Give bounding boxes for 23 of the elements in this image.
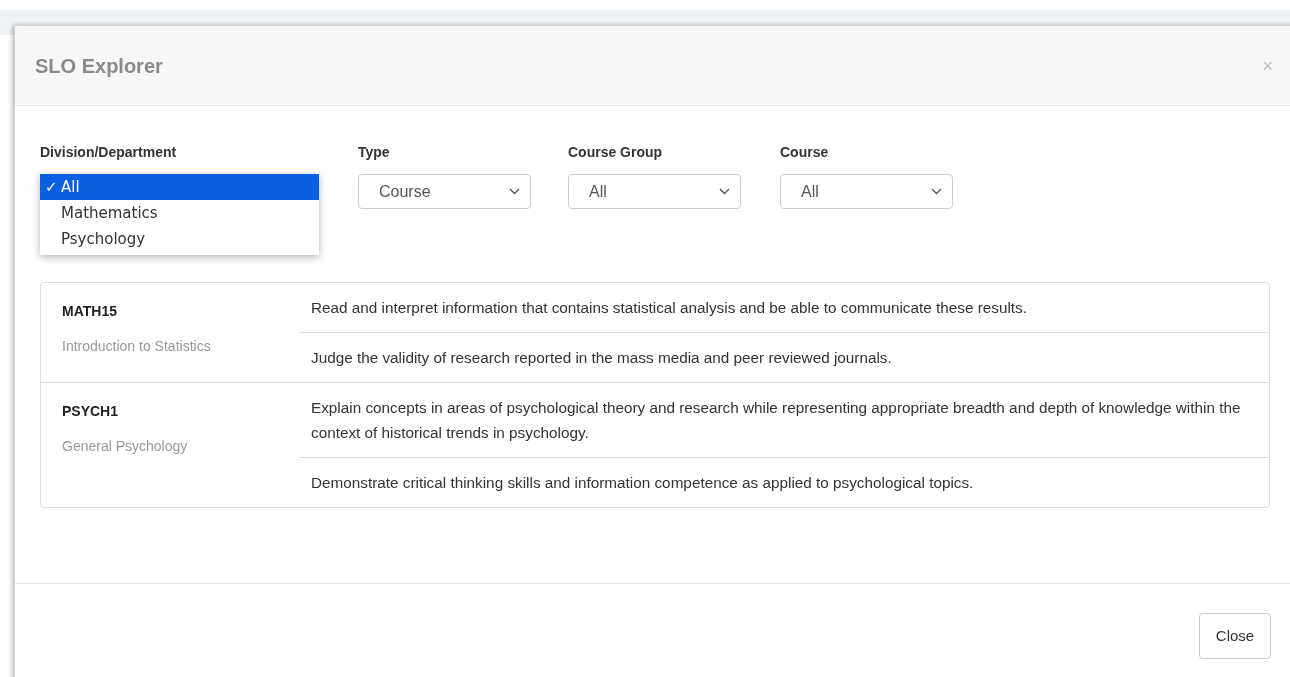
course-code: MATH15 (62, 302, 118, 321)
outcome-cell: Judge the validity of research reported in the mass media and peer reviewed journals. (299, 332, 1269, 382)
chevron-down-icon (509, 188, 520, 195)
dialog-title: SLO Explorer (35, 53, 163, 79)
course-title: Introduction to Statistics (62, 337, 212, 356)
outcome-cell: Demonstrate critical thinking skills and information competence as applied to psychological topics. (299, 457, 1269, 507)
chevron-down-icon (931, 188, 942, 195)
dropdown-option[interactable]: ✓ All (40, 174, 319, 200)
filter-label: Course Group (568, 143, 664, 162)
close-button[interactable]: Close (1199, 613, 1271, 659)
select-field[interactable]: All (568, 174, 741, 209)
select-field[interactable]: All (780, 174, 953, 209)
dropdown-option[interactable]: Psychology (40, 226, 319, 252)
select-field[interactable]: Course (358, 174, 531, 209)
course-title: General Psychology (62, 437, 189, 456)
chevron-down-icon (719, 188, 730, 195)
outcome-cell-text: Explain concepts in areas of psychological theory and research while representing appropriate breadth and depth of knowledge within the context of historical trends in psychology. (310, 398, 1242, 443)
filter-label: Type (358, 143, 391, 162)
outcome-cell-text: Read and interpret information that contains statistical analysis and be able to communicate these results. (310, 298, 1028, 318)
dropdown-option[interactable]: Mathematics (40, 200, 319, 226)
filter-label: Division/Department (40, 143, 178, 162)
course-code: PSYCH1 (62, 402, 120, 421)
filter-label: Course (780, 143, 830, 162)
